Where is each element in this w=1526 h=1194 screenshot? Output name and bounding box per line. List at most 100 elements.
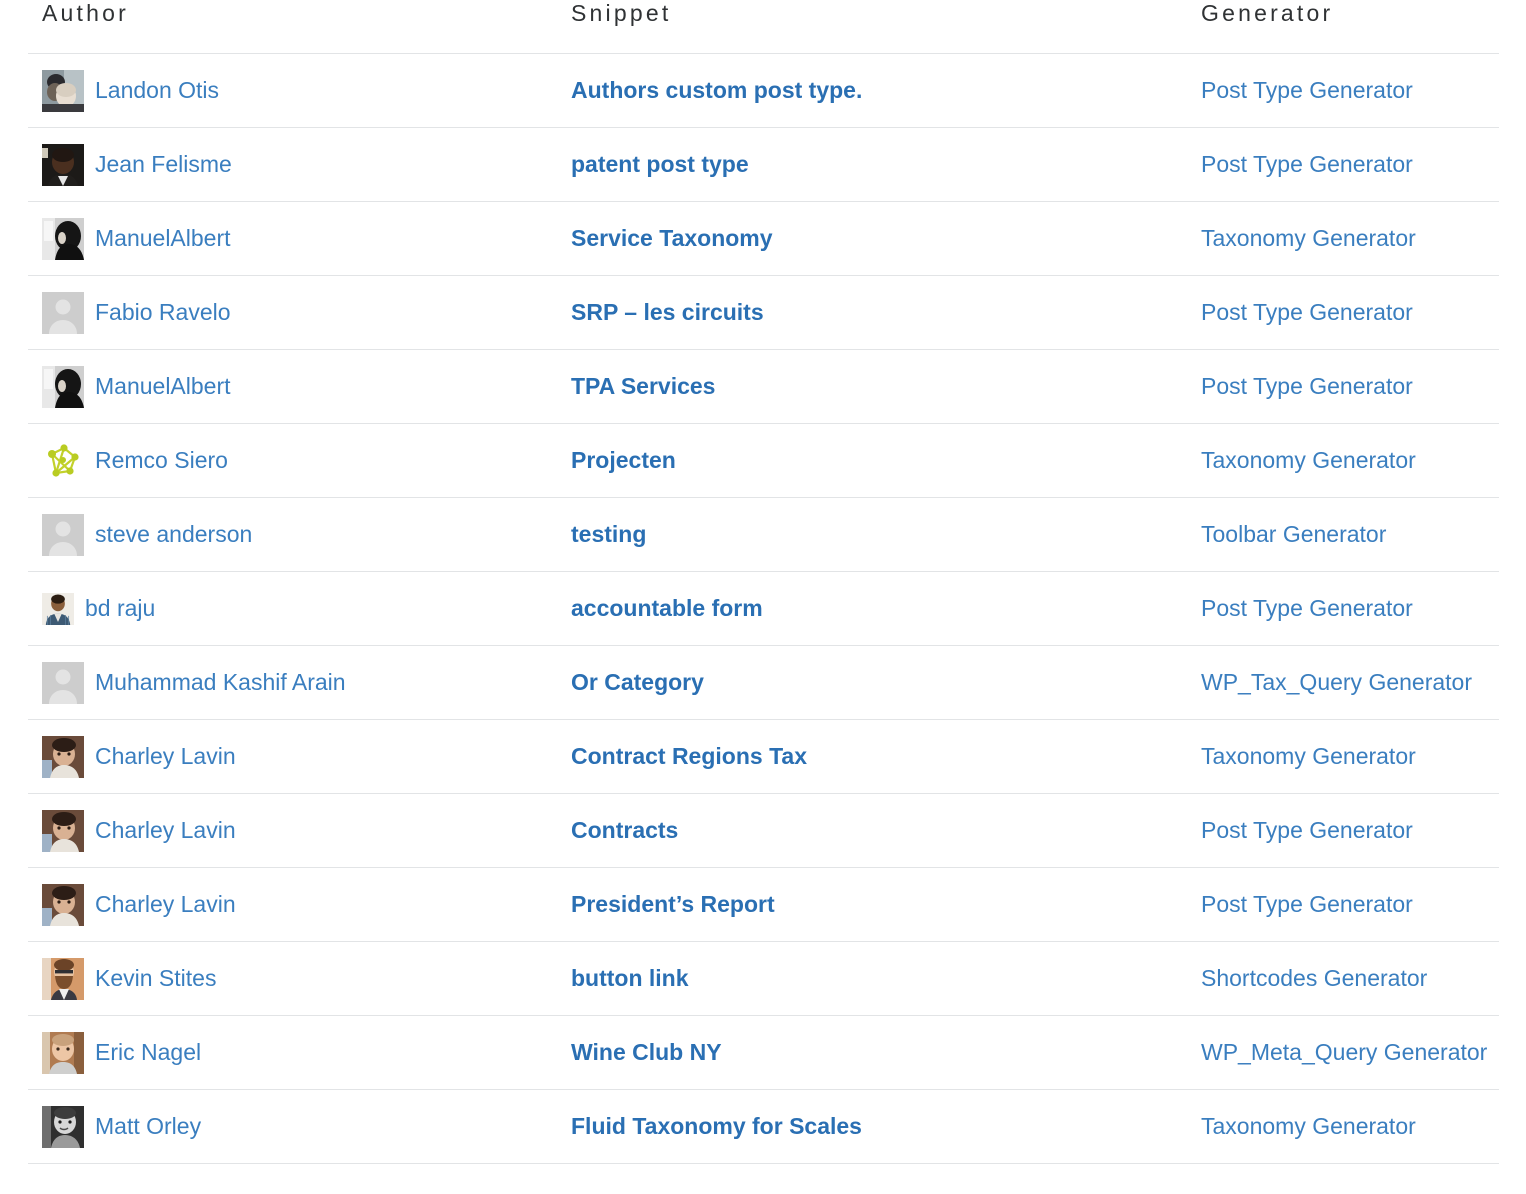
author-inner: Kevin Stites <box>42 958 557 1000</box>
snippet-cell: Service Taxonomy <box>557 202 1187 276</box>
generator-link[interactable]: Toolbar Generator <box>1201 521 1386 547</box>
table-row: Fabio Ravelo SRP – les circuits Post Type … <box>28 276 1499 350</box>
author-cell: Charley Lavin <box>28 720 557 794</box>
generator-link[interactable]: Post Type Generator <box>1201 77 1413 103</box>
author-link[interactable]: bd raju <box>85 595 155 623</box>
generator-link[interactable]: Post Type Generator <box>1201 373 1413 399</box>
author-inner: Charley Lavin <box>42 736 557 778</box>
author-link[interactable]: Kevin Stites <box>95 965 216 993</box>
generator-link[interactable]: Post Type Generator <box>1201 595 1413 621</box>
snippet-cell: Contract Regions Tax <box>557 720 1187 794</box>
snippet-cell: President’s Report <box>557 868 1187 942</box>
generator-link[interactable]: Post Type Generator <box>1201 151 1413 177</box>
column-header-generator: Generator <box>1187 0 1499 54</box>
snippet-link[interactable]: Contracts <box>571 817 678 843</box>
snippet-link[interactable]: testing <box>571 521 646 547</box>
table-row: steve anderson testing Toolbar Generator <box>28 498 1499 572</box>
generator-link[interactable]: Taxonomy Generator <box>1201 225 1416 251</box>
snippet-link[interactable]: SRP – les circuits <box>571 299 764 325</box>
generator-link[interactable]: Post Type Generator <box>1201 817 1413 843</box>
snippet-cell: button link <box>557 942 1187 1016</box>
author-cell: Muhammad Kashif Arain <box>28 646 557 720</box>
author-link[interactable]: Remco Siero <box>95 447 228 475</box>
author-link[interactable]: steve anderson <box>95 521 252 549</box>
generator-cell: Post Type Generator <box>1187 794 1499 868</box>
snippet-cell: Contracts <box>557 794 1187 868</box>
table-header: Author Snippet Generator <box>28 0 1499 54</box>
author-link[interactable]: Charley Lavin <box>95 817 236 845</box>
snippet-cell: Wine Club NY <box>557 1016 1187 1090</box>
snippet-cell: Projecten <box>557 424 1187 498</box>
snippet-link[interactable]: patent post type <box>571 151 749 177</box>
author-link[interactable]: Charley Lavin <box>95 891 236 919</box>
snippet-link[interactable]: Fluid Taxonomy for Scales <box>571 1113 862 1139</box>
author-link[interactable]: ManuelAlbert <box>95 225 231 253</box>
author-link[interactable]: ManuelAlbert <box>95 373 231 401</box>
table-row: Kevin Stites button link Shortcodes Genera… <box>28 942 1499 1016</box>
generator-cell: Taxonomy Generator <box>1187 720 1499 794</box>
table-row: Matt Orley Fluid Taxonomy for Scales Taxon… <box>28 1090 1499 1164</box>
generator-link[interactable]: Shortcodes Generator <box>1201 965 1427 991</box>
snippet-cell: patent post type <box>557 128 1187 202</box>
generator-link[interactable]: Post Type Generator <box>1201 891 1413 917</box>
author-cell: ManuelAlbert <box>28 350 557 424</box>
generator-cell: Post Type Generator <box>1187 572 1499 646</box>
author-cell: Landon Otis <box>28 54 557 128</box>
generator-link[interactable]: WP_Tax_Query Generator <box>1201 669 1472 695</box>
author-inner: Charley Lavin <box>42 884 557 926</box>
author-inner: Jean Felisme <box>42 144 557 186</box>
generator-link[interactable]: Post Type Generator <box>1201 299 1413 325</box>
generator-cell: Toolbar Generator <box>1187 498 1499 572</box>
snippet-link[interactable]: President’s Report <box>571 891 775 917</box>
author-link[interactable]: Muhammad Kashif Arain <box>95 669 346 697</box>
column-header-snippet: Snippet <box>557 0 1187 54</box>
author-inner: ManuelAlbert <box>42 218 557 260</box>
generator-link[interactable]: Taxonomy Generator <box>1201 1113 1416 1139</box>
author-cell: bd raju <box>28 572 557 646</box>
author-inner: steve anderson <box>42 514 557 556</box>
author-link[interactable]: Matt Orley <box>95 1113 201 1141</box>
table-row: bd raju accountable form Post Type Generat… <box>28 572 1499 646</box>
author-link[interactable]: Eric Nagel <box>95 1039 201 1067</box>
avatar <box>42 736 84 778</box>
snippet-link[interactable]: Wine Club NY <box>571 1039 722 1065</box>
snippet-link[interactable]: Authors custom post type. <box>571 77 862 103</box>
snippet-cell: accountable form <box>557 572 1187 646</box>
author-inner: Remco Siero <box>42 440 557 482</box>
snippet-cell: TPA Services <box>557 350 1187 424</box>
snippets-table: Author Snippet Generator Landon Otis Auth… <box>28 0 1499 1164</box>
snippet-link[interactable]: button link <box>571 965 689 991</box>
avatar <box>42 1106 84 1148</box>
avatar <box>42 884 84 926</box>
table-header-row: Author Snippet Generator <box>28 0 1499 54</box>
author-link[interactable]: Jean Felisme <box>95 151 232 179</box>
snippet-link[interactable]: accountable form <box>571 595 763 621</box>
generator-cell: Taxonomy Generator <box>1187 1090 1499 1164</box>
table-row: Charley Lavin Contracts Post Type Generato… <box>28 794 1499 868</box>
author-inner: Matt Orley <box>42 1106 557 1148</box>
author-link[interactable]: Charley Lavin <box>95 743 236 771</box>
avatar <box>42 662 84 704</box>
author-cell: Charley Lavin <box>28 794 557 868</box>
generator-cell: Post Type Generator <box>1187 276 1499 350</box>
snippet-link[interactable]: Or Category <box>571 669 704 695</box>
author-link[interactable]: Fabio Ravelo <box>95 299 231 327</box>
author-cell: Eric Nagel <box>28 1016 557 1090</box>
generator-cell: Post Type Generator <box>1187 54 1499 128</box>
avatar <box>42 218 84 260</box>
table-row: Eric Nagel Wine Club NY WP_Meta_Query Gene… <box>28 1016 1499 1090</box>
column-header-author: Author <box>28 0 557 54</box>
table-row: ManuelAlbert Service Taxonomy Taxonomy Gen… <box>28 202 1499 276</box>
generator-link[interactable]: Taxonomy Generator <box>1201 447 1416 473</box>
author-link[interactable]: Landon Otis <box>95 77 219 105</box>
snippet-link[interactable]: Contract Regions Tax <box>571 743 807 769</box>
author-cell: ManuelAlbert <box>28 202 557 276</box>
generator-cell: Post Type Generator <box>1187 350 1499 424</box>
generator-link[interactable]: Taxonomy Generator <box>1201 743 1416 769</box>
generator-link[interactable]: WP_Meta_Query Generator <box>1201 1039 1487 1065</box>
snippet-link[interactable]: Projecten <box>571 447 676 473</box>
snippet-link[interactable]: Service Taxonomy <box>571 225 773 251</box>
snippet-link[interactable]: TPA Services <box>571 373 715 399</box>
author-cell: Matt Orley <box>28 1090 557 1164</box>
author-cell: Kevin Stites <box>28 942 557 1016</box>
